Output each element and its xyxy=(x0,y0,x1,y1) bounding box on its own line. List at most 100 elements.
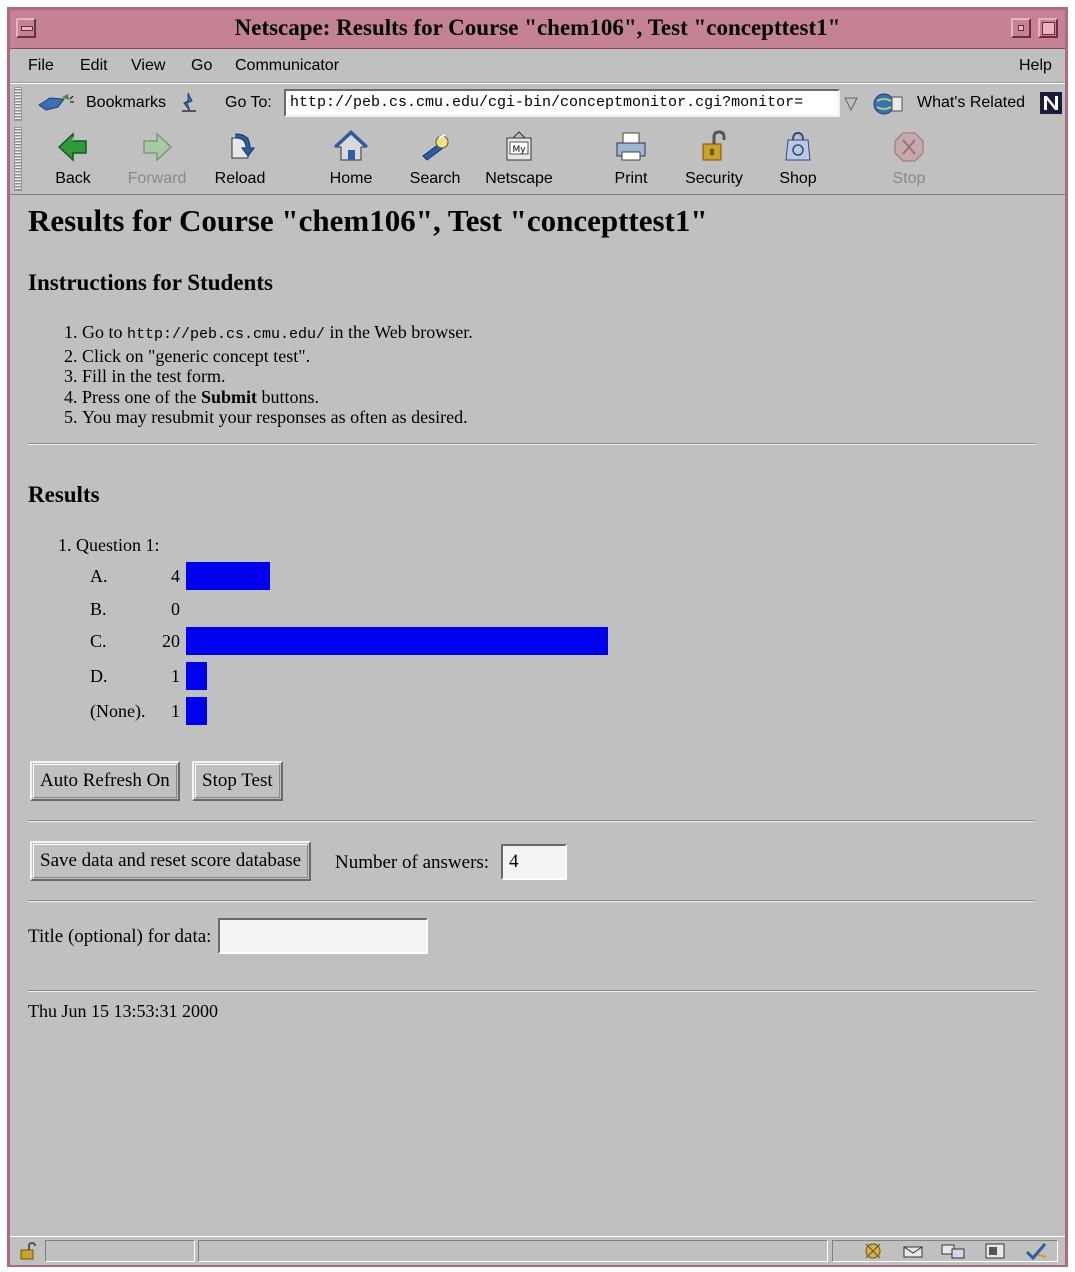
answer-option-label: D. xyxy=(90,666,108,686)
shop-bag-icon xyxy=(785,131,811,161)
divider xyxy=(28,990,1035,992)
navigation-toolbar: Back Forward Reload Home Search My Netsc… xyxy=(10,124,1065,195)
instruction-step: Go to http://peb.cs.cmu.edu/ in the Web … xyxy=(82,322,473,346)
status-bar xyxy=(10,1236,1065,1265)
bookmark-quickfile-icon[interactable] xyxy=(178,91,200,120)
menu-edit[interactable]: Edit xyxy=(80,57,108,75)
search-icon xyxy=(422,134,449,161)
instruction-step: Fill in the test form. xyxy=(82,366,473,387)
netscape-button[interactable]: My Netscape xyxy=(479,126,559,192)
discussion-icon[interactable] xyxy=(940,1241,966,1266)
window-title-bar[interactable]: Netscape: Results for Course "chem106", … xyxy=(10,10,1065,49)
printer-icon xyxy=(616,132,646,161)
mail-icon[interactable] xyxy=(902,1241,924,1266)
home-button-label: Home xyxy=(329,170,373,187)
page-title: Results for Course "chem106", Test "conc… xyxy=(28,203,708,238)
navigation-toolbar-grip[interactable] xyxy=(14,127,22,191)
auto-refresh-button[interactable]: Auto Refresh On xyxy=(30,761,180,801)
forward-button-label: Forward xyxy=(127,170,187,187)
save-reset-button[interactable]: Save data and reset score database xyxy=(30,841,312,881)
print-button-label: Print xyxy=(614,170,648,187)
menu-help[interactable]: Help xyxy=(1019,57,1052,75)
stop-button[interactable]: Stop xyxy=(869,126,949,192)
stop-icon xyxy=(894,132,924,162)
instruction-step: Click on "generic concept test". xyxy=(82,346,473,367)
answer-count: 1 xyxy=(171,666,180,686)
stop-test-button[interactable]: Stop Test xyxy=(192,761,283,801)
title-input[interactable] xyxy=(218,918,428,954)
url-dropdown-icon[interactable] xyxy=(842,92,860,114)
location-toolbar-grip[interactable] xyxy=(14,87,22,121)
instructions-heading: Instructions for Students xyxy=(28,270,273,295)
security-lock-status-icon[interactable] xyxy=(18,1241,38,1266)
location-toolbar: Bookmarks Go To: http://peb.cs.cmu.edu/c… xyxy=(10,83,1065,125)
menu-file[interactable]: File xyxy=(28,57,54,75)
bookmarks-icon xyxy=(36,93,76,120)
padlock-icon xyxy=(702,130,726,161)
answer-bar xyxy=(186,627,608,655)
navigator-icon[interactable] xyxy=(862,1241,884,1266)
security-button[interactable]: Security xyxy=(674,126,754,192)
netscape-button-label: Netscape xyxy=(485,170,553,187)
number-of-answers-label: Number of answers: xyxy=(335,852,490,873)
answer-bar xyxy=(186,697,207,725)
answer-option-label: (None). xyxy=(90,701,146,721)
instructions-list: Go to http://peb.cs.cmu.edu/ in the Web … xyxy=(28,322,473,428)
progress-bar xyxy=(45,1240,195,1262)
checkmark-icon[interactable] xyxy=(1024,1241,1048,1266)
answer-option-label: A. xyxy=(90,566,108,586)
answer-count: 4 xyxy=(171,566,180,586)
minimize-button[interactable] xyxy=(1011,18,1031,38)
shop-button[interactable]: Shop xyxy=(758,126,838,192)
security-button-label: Security xyxy=(685,170,743,187)
number-of-answers-input[interactable] xyxy=(501,844,567,880)
divider xyxy=(28,820,1035,822)
whats-related-icon xyxy=(872,91,908,122)
answer-count: 1 xyxy=(171,701,180,721)
title-field-label: Title (optional) for data: xyxy=(28,926,212,947)
back-button-label: Back xyxy=(55,170,91,187)
home-button[interactable]: Home xyxy=(311,126,391,192)
page-content: Results for Course "chem106", Test "conc… xyxy=(10,195,1065,1235)
search-button[interactable]: Search xyxy=(395,126,475,192)
reload-icon xyxy=(231,133,255,159)
instruction-step: You may resubmit your responses as often… xyxy=(82,407,473,428)
shop-button-label: Shop xyxy=(779,170,817,187)
divider xyxy=(28,900,1035,902)
forward-button[interactable]: Forward xyxy=(117,126,197,192)
my-netscape-icon: My xyxy=(506,131,532,161)
composer-icon[interactable] xyxy=(984,1241,1006,1266)
browser-window: Netscape: Results for Course "chem106", … xyxy=(7,7,1068,1267)
status-message xyxy=(198,1240,828,1262)
divider xyxy=(28,443,1035,445)
timestamp: Thu Jun 15 13:53:31 2000 xyxy=(28,1001,219,1021)
reload-button[interactable]: Reload xyxy=(200,126,280,192)
print-button[interactable]: Print xyxy=(591,126,671,192)
maximize-button[interactable] xyxy=(1038,18,1058,38)
url-input[interactable]: http://peb.cs.cmu.edu/cgi-bin/conceptmon… xyxy=(284,89,840,117)
instruction-step: Press one of the Submit buttons. xyxy=(82,387,473,408)
answer-option-label: B. xyxy=(90,599,107,619)
menu-go[interactable]: Go xyxy=(191,57,212,75)
back-button[interactable]: Back xyxy=(33,126,113,192)
menu-communicator[interactable]: Communicator xyxy=(235,57,339,75)
instruction-url: http://peb.cs.cmu.edu/ xyxy=(127,326,326,343)
goto-label: Go To: xyxy=(225,94,272,111)
window-title: Netscape: Results for Course "chem106", … xyxy=(234,15,841,40)
answer-count: 20 xyxy=(162,631,180,651)
question-label: 1. Question 1: xyxy=(58,535,160,555)
bookmarks-button[interactable]: Bookmarks xyxy=(86,94,166,112)
stop-button-label: Stop xyxy=(892,170,926,187)
svg-text:My: My xyxy=(512,145,526,155)
netscape-n-logo-icon[interactable] xyxy=(1040,92,1062,119)
menu-bar: File Edit View Go Communicator Help xyxy=(10,49,1065,83)
whats-related-button[interactable]: What's Related xyxy=(917,94,1025,112)
answer-option-label: C. xyxy=(90,631,107,651)
forward-arrow-icon xyxy=(143,132,173,162)
menu-view[interactable]: View xyxy=(131,57,165,75)
home-icon xyxy=(333,130,369,161)
results-heading: Results xyxy=(28,482,100,507)
answer-bar xyxy=(186,562,270,590)
answer-bar xyxy=(186,662,207,690)
search-button-label: Search xyxy=(409,170,461,187)
